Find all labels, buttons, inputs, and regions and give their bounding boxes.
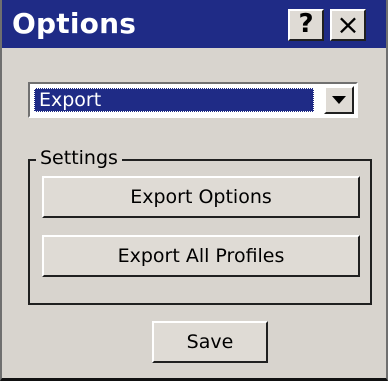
dropdown-arrow-button[interactable]	[324, 86, 354, 114]
triangle-down-icon	[332, 96, 346, 104]
save-button[interactable]: Save	[152, 321, 268, 363]
category-dropdown[interactable]: Export	[28, 82, 358, 118]
settings-group-label: Settings	[36, 146, 122, 170]
export-options-button[interactable]: Export Options	[42, 176, 360, 218]
export-all-profiles-button[interactable]: Export All Profiles	[42, 235, 360, 277]
options-dialog: Options ? × Export Settings Export Optio…	[0, 0, 388, 381]
help-button[interactable]: ?	[288, 9, 324, 41]
dropdown-selected-value[interactable]: Export	[34, 88, 314, 112]
dialog-title: Options	[12, 7, 137, 40]
title-bar: Options ? ×	[2, 0, 386, 48]
close-button[interactable]: ×	[330, 9, 366, 41]
